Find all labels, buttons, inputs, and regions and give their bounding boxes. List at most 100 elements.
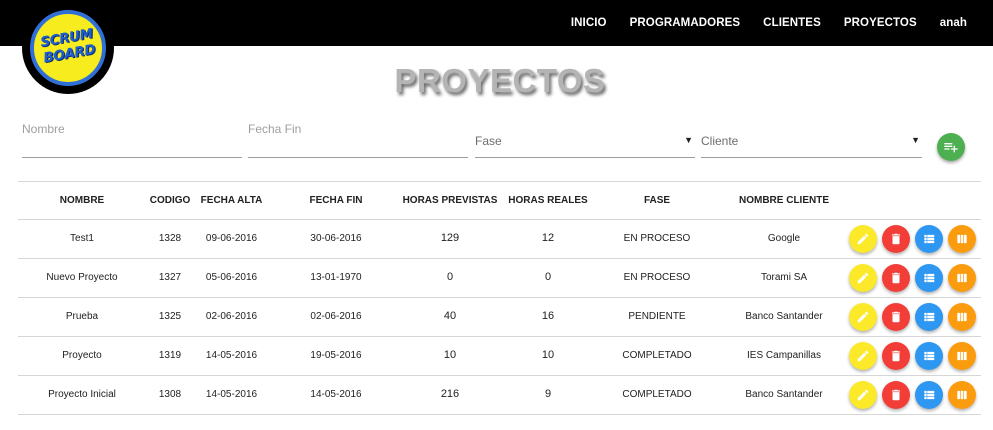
list-icon: [924, 351, 935, 361]
cell-codigo: 1325: [158, 311, 182, 322]
cell-nombre: Prueba: [65, 311, 99, 322]
top-navbar: INICIO PROGRAMADORES CLIENTES PROYECTOS …: [0, 0, 993, 46]
cell-fecha-fin: 02-06-2016: [310, 311, 362, 322]
cell-horas-previstas: 10: [443, 349, 457, 361]
view-list-button[interactable]: [915, 303, 943, 331]
cell-fase: EN PROCESO: [623, 272, 691, 283]
row-actions: [849, 342, 979, 370]
playlist-add-icon: [944, 143, 958, 153]
board-button[interactable]: [948, 264, 976, 292]
nav-user-menu[interactable]: anah: [940, 17, 967, 29]
trash-icon: [891, 350, 901, 362]
pencil-icon: [857, 350, 869, 362]
delete-button[interactable]: [882, 342, 910, 370]
cell-fecha-fin: 14-05-2016: [310, 389, 362, 400]
columns-icon: [957, 312, 967, 322]
cell-nombre-cliente: Banco Santander: [745, 389, 823, 400]
cliente-select[interactable]: Cliente ▼: [701, 110, 922, 158]
delete-button[interactable]: [882, 225, 910, 253]
view-list-button[interactable]: [915, 381, 943, 409]
nav-item-clientes[interactable]: CLIENTES: [763, 17, 821, 29]
col-header-fecha-fin[interactable]: FECHA FIN: [294, 195, 378, 206]
cell-horas-previstas: 0: [446, 271, 454, 283]
trash-icon: [891, 311, 901, 323]
nombre-filter-input[interactable]: [22, 122, 242, 136]
trash-icon: [891, 233, 901, 245]
cell-fecha-alta: 14-05-2016: [205, 389, 258, 400]
col-header-nombre-cliente[interactable]: NOMBRE CLIENTE: [724, 195, 844, 206]
delete-button[interactable]: [882, 264, 910, 292]
col-header-horas-previstas[interactable]: HORAS PREVISTAS: [400, 195, 500, 206]
cell-fecha-fin: 30-06-2016: [310, 233, 362, 244]
columns-icon: [957, 234, 967, 244]
nav-item-programadores[interactable]: PROGRAMADORES: [630, 17, 741, 29]
cell-fase: EN PROCESO: [623, 233, 691, 244]
col-header-fase[interactable]: FASE: [607, 195, 707, 206]
pencil-icon: [857, 272, 869, 284]
delete-button[interactable]: [882, 303, 910, 331]
cell-fecha-fin: 13-01-1970: [310, 272, 362, 283]
col-header-nombre[interactable]: NOMBRE: [18, 195, 146, 206]
table-header: NOMBRE CODIGO FECHA ALTA FECHA FIN HORAS…: [18, 181, 981, 220]
columns-icon: [957, 351, 967, 361]
table-row: Proyecto Inicial 1308 14-05-2016 14-05-2…: [18, 376, 981, 415]
pencil-icon: [857, 233, 869, 245]
cell-codigo: 1328: [158, 233, 182, 244]
cell-fecha-alta: 09-06-2016: [205, 233, 258, 244]
nav-item-proyectos[interactable]: PROYECTOS: [844, 17, 917, 29]
trash-icon: [891, 272, 901, 284]
board-button[interactable]: [948, 225, 976, 253]
table-row: Prueba 1325 02-06-2016 02-06-2016 40 16 …: [18, 298, 981, 337]
cell-fecha-alta: 02-06-2016: [205, 311, 258, 322]
cell-fecha-fin: 19-05-2016: [310, 350, 362, 361]
list-icon: [924, 234, 935, 244]
cell-codigo: 1327: [158, 272, 182, 283]
nav-item-inicio[interactable]: INICIO: [571, 17, 607, 29]
cell-codigo: 1308: [158, 389, 182, 400]
cell-nombre: Test1: [70, 233, 94, 244]
cell-horas-reales: 12: [541, 232, 555, 244]
table-row: Proyecto 1319 14-05-2016 19-05-2016 10 1…: [18, 337, 981, 376]
cell-nombre: Proyecto Inicial: [48, 389, 116, 400]
fase-select[interactable]: Fase ▼: [475, 110, 695, 158]
table-row: Nuevo Proyecto 1327 05-06-2016 13-01-197…: [18, 259, 981, 298]
col-header-codigo[interactable]: CODIGO: [146, 195, 194, 206]
nombre-field-wrapper: [22, 110, 242, 158]
cell-horas-reales: 9: [544, 388, 552, 400]
add-project-button[interactable]: [937, 133, 965, 161]
cell-fecha-alta: 05-06-2016: [205, 272, 258, 283]
cell-horas-previstas: 216: [440, 388, 460, 400]
edit-button[interactable]: [849, 381, 877, 409]
board-button[interactable]: [948, 303, 976, 331]
edit-button[interactable]: [849, 264, 877, 292]
col-header-fecha-alta[interactable]: FECHA ALTA: [194, 195, 269, 206]
fase-select-value: Fase: [475, 134, 502, 148]
board-button[interactable]: [948, 381, 976, 409]
list-icon: [924, 390, 935, 400]
fecha-fin-filter-input[interactable]: [248, 122, 468, 136]
edit-button[interactable]: [849, 225, 877, 253]
row-actions: [849, 303, 979, 331]
view-list-button[interactable]: [915, 225, 943, 253]
cell-nombre-cliente: Google: [767, 233, 801, 244]
cell-nombre: Nuevo Proyecto: [46, 272, 118, 283]
edit-button[interactable]: [849, 303, 877, 331]
delete-button[interactable]: [882, 381, 910, 409]
columns-icon: [957, 273, 967, 283]
cell-horas-previstas: 40: [443, 310, 457, 322]
cell-nombre-cliente: Torami SA: [760, 272, 808, 283]
columns-icon: [957, 390, 967, 400]
nav-links: INICIO PROGRAMADORES CLIENTES PROYECTOS …: [548, 0, 993, 46]
cell-codigo: 1319: [158, 350, 182, 361]
filter-bar: Fase ▼ Cliente ▼: [0, 110, 993, 170]
cell-nombre-cliente: Banco Santander: [745, 311, 823, 322]
col-header-horas-reales[interactable]: HORAS REALES: [504, 195, 592, 206]
view-list-button[interactable]: [915, 342, 943, 370]
row-actions: [849, 381, 979, 409]
edit-button[interactable]: [849, 342, 877, 370]
view-list-button[interactable]: [915, 264, 943, 292]
list-icon: [924, 312, 935, 322]
cell-horas-previstas: 129: [440, 232, 460, 244]
board-button[interactable]: [948, 342, 976, 370]
cell-horas-reales: 0: [544, 271, 552, 283]
